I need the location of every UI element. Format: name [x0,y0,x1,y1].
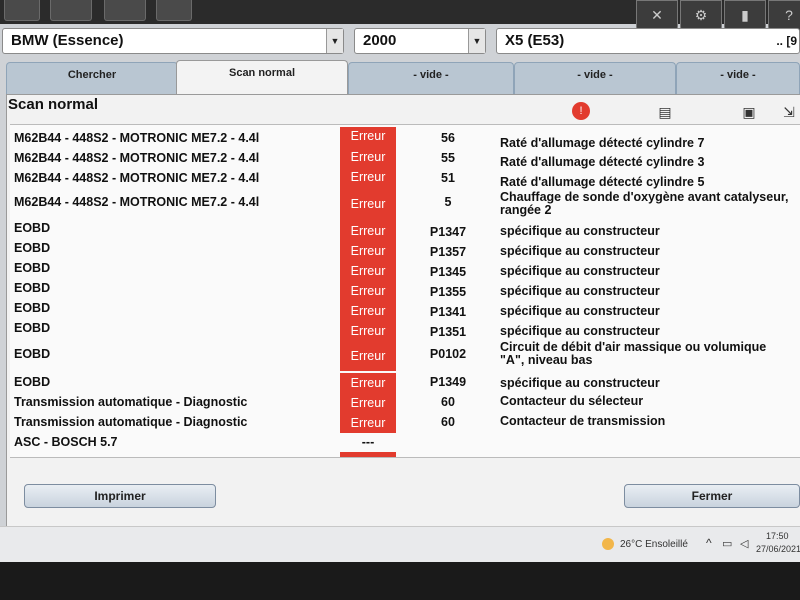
row-system: EOBD [14,321,51,335]
row-system: M62B44 - 448S2 - MOTRONIC ME7.2 - 4.4l [14,195,260,209]
year-select[interactable]: 2000 ▼ [354,28,486,54]
status-badge: Erreur [340,393,396,413]
row-description: Raté d'allumage détecté cylindre 3 [500,155,705,169]
status-badge: Erreur [340,281,396,301]
row-description: spécifique au constructeur [500,224,660,238]
row-system: EOBD [14,261,51,275]
row-system: M62B44 - 448S2 - MOTRONIC ME7.2 - 4.4l [14,151,260,165]
tab-vide-2[interactable]: - vide - [514,62,676,96]
taskbar: 26°C Ensoleillé ^ ▭ ◁ 17:50 27/06/2021 [0,526,800,562]
tab-vide-1[interactable]: - vide - [348,62,514,96]
row-description: spécifique au constructeur [500,244,660,258]
row-code: P1351 [429,325,467,339]
toolbar-button-4[interactable] [156,0,192,21]
row-system: EOBD [14,375,51,389]
row-code: P1345 [429,265,467,279]
status-badge [340,452,396,457]
close-button[interactable]: Fermer [624,484,800,508]
weather-text[interactable]: 26°C Ensoleillé [620,539,688,550]
row-code: P1341 [429,305,467,319]
model-extra: .. [9 [776,34,797,48]
status-badge: Erreur [340,341,396,371]
printer-icon[interactable]: ▤ [656,104,674,120]
row-code: 56 [441,131,455,145]
model-select[interactable]: X5 (E53) .. [9 [496,28,800,54]
make-select-value: BMW (Essence) [11,32,124,49]
row-system: EOBD [14,301,51,315]
network-icon[interactable]: ▭ [722,537,732,550]
row-system: EOBD [14,221,51,235]
row-code: P0102 [429,347,467,361]
chevron-down-icon[interactable]: ▼ [326,29,343,53]
expand-icon[interactable]: ⇲ [780,104,798,120]
status-badge: Erreur [340,147,396,167]
status-badge: Erreur [340,413,396,433]
row-system: ASC - BOSCH 5.7 [14,435,118,449]
row-code: 55 [441,151,455,165]
row-code: P1357 [429,245,467,259]
tab-vide-3[interactable]: - vide - [676,62,800,96]
stop-icon[interactable]: ! [572,102,590,120]
status-badge: Erreur [340,167,396,187]
row-system: EOBD [14,347,51,361]
row-system: M62B44 - 448S2 - MOTRONIC ME7.2 - 4.4l [14,171,260,185]
year-select-value: 2000 [363,32,397,49]
row-code: P1347 [429,225,467,239]
toolbar-button-1[interactable] [4,0,40,21]
row-description: spécifique au constructeur [500,264,660,278]
row-description: spécifique au constructeur [500,324,660,338]
toolbar-button-3[interactable] [104,0,146,21]
fault-list[interactable]: M62B44 - 448S2 - MOTRONIC ME7.2 - 4.4l E… [10,124,800,458]
save-icon[interactable]: ▣ [740,104,758,120]
make-select[interactable]: BMW (Essence) ▼ [2,28,344,54]
status-badge: Erreur [340,221,396,241]
row-code: P1349 [429,375,467,389]
row-system: Transmission automatique - Diagnostic [14,395,248,409]
row-code: 5 [444,195,452,209]
row-system: EOBD [14,241,51,255]
status-badge: Erreur [340,187,396,221]
row-code: 60 [441,415,455,429]
chevron-up-icon[interactable]: ^ [706,536,712,550]
app-screen: ✕ ⚙ ▮ ? BMW (Essence) ▼ 2000 ▼ X5 (E53) … [0,0,800,562]
model-select-value: X5 (E53) [505,32,565,49]
row-description: Chauffage de sonde d'oxygène avant catal… [500,190,789,217]
status-badge: Erreur [340,127,396,149]
status-badge: Erreur [340,321,396,341]
clock-time[interactable]: 17:50 [766,531,789,541]
status-badge: Erreur [340,261,396,281]
toolbar-button-2[interactable] [50,0,92,21]
status-badge: Erreur [340,301,396,321]
status-badge: --- [361,435,375,449]
row-description: Contacteur de transmission [500,414,666,428]
tab-scan-normal[interactable]: Scan normal [176,60,348,98]
row-code: 51 [441,171,455,185]
row-description: spécifique au constructeur [500,376,660,390]
row-code: P1355 [429,285,467,299]
status-badge: Erreur [340,241,396,261]
page-title: Scan normal [8,96,99,113]
row-description: spécifique au constructeur [500,304,660,318]
row-code: 60 [441,395,455,409]
volume-icon[interactable]: ◁ [740,537,748,550]
row-system: M62B44 - 448S2 - MOTRONIC ME7.2 - 4.4l [14,131,260,145]
row-system: Transmission automatique - Diagnostic [14,415,248,429]
tab-chercher[interactable]: Chercher [6,62,178,96]
row-description: spécifique au constructeur [500,284,660,298]
status-badge: Erreur [340,373,396,393]
sun-icon [602,538,614,550]
row-description: Raté d'allumage détecté cylindre 7 [500,136,705,150]
chevron-down-icon[interactable]: ▼ [468,29,485,53]
row-system: EOBD [14,281,51,295]
row-description: Raté d'allumage détecté cylindre 5 [500,175,705,189]
print-button[interactable]: Imprimer [24,484,216,508]
clock-date[interactable]: 27/06/2021 [756,544,800,554]
row-description: Contacteur du sélecteur [500,394,644,408]
row-description: Circuit de débit d'air massique ou volum… [500,340,767,367]
